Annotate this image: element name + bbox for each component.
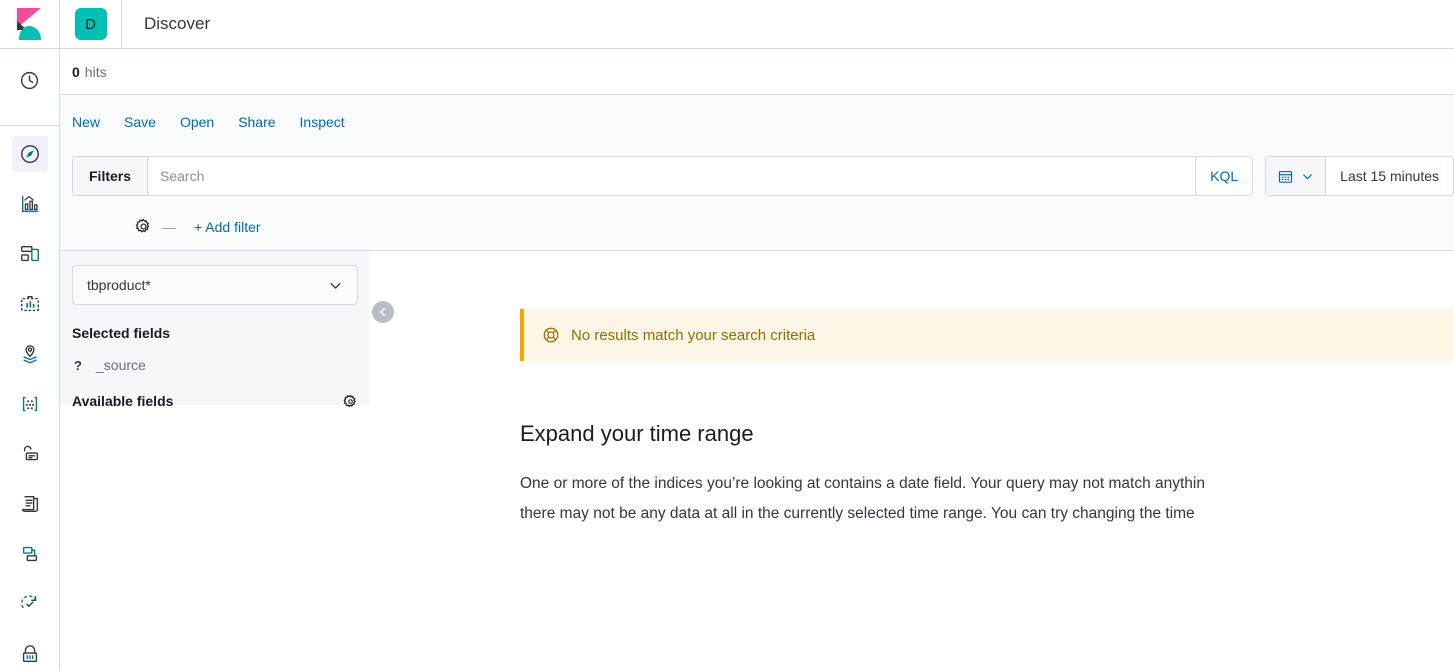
index-pattern-value: tbproduct* (87, 277, 151, 293)
app-header: D Discover (0, 0, 1454, 49)
sidebar-item-dashboard[interactable] (12, 236, 48, 272)
filter-options-button[interactable] (134, 217, 153, 236)
uptime-icon (20, 595, 37, 610)
discover-main: tbproduct* Selected fields ? _source Ava… (60, 251, 1454, 671)
field-name: _source (96, 357, 146, 373)
sidebar-item-siem[interactable] (12, 636, 48, 671)
kibana-logo (16, 8, 41, 40)
clock-icon (20, 71, 39, 89)
save-button[interactable]: Save (124, 114, 156, 130)
selected-fields-heading: Selected fields (72, 325, 358, 341)
empty-state-body: One or more of the indices you’re lookin… (520, 475, 1205, 522)
hits-label: hits (84, 63, 107, 80)
sidebar-item-apm[interactable] (12, 536, 48, 572)
main-content: 0 hits New Save Open Share Inspect Filte… (60, 49, 1454, 671)
date-picker-group: Last 15 minutes (1265, 156, 1454, 196)
field-sidebar: tbproduct* Selected fields ? _source Ava… (60, 251, 370, 409)
infrastructure-icon (23, 445, 38, 461)
sidebar-item-visualize[interactable] (12, 186, 48, 222)
page-title: Discover (144, 14, 211, 33)
gear-icon (343, 394, 356, 407)
query-bar: Filters KQL Last (60, 149, 1454, 203)
discover-toolbar: New Save Open Share Inspect (60, 95, 1454, 149)
date-quick-select-button[interactable] (1266, 157, 1327, 195)
index-pattern-select[interactable]: tbproduct* (72, 265, 358, 305)
field-type-icon: ? (74, 357, 82, 373)
apm-icon (22, 546, 37, 562)
kql-language-button[interactable]: KQL (1195, 157, 1253, 195)
share-button[interactable]: Share (238, 114, 275, 130)
sidebar-item-maps[interactable] (12, 336, 48, 372)
nav-group-apps (0, 126, 59, 671)
available-fields-heading: Available fields (72, 393, 358, 409)
sidebar-item-infrastructure[interactable] (12, 436, 48, 472)
list-item[interactable]: ? _source (72, 357, 358, 373)
open-button[interactable]: Open (180, 114, 214, 130)
empty-state-area: No results match your search criteria Ex… (370, 251, 1454, 671)
sidebar-item-uptime[interactable] (12, 586, 48, 622)
query-input-group: Filters KQL (72, 156, 1254, 196)
available-fields-label: Available fields (72, 393, 174, 409)
sidebar-item-canvas[interactable] (12, 286, 48, 322)
field-settings-button[interactable] (343, 394, 358, 409)
kibana-discover-app: D Discover 0 hits New Save Open Share In… (0, 0, 1454, 671)
dashboard-icon (20, 245, 39, 262)
space-avatar-button[interactable]: D (60, 0, 122, 48)
no-results-callout: No results match your search criteria (520, 309, 1454, 361)
search-input[interactable] (148, 157, 1196, 195)
primary-sidebar-nav (0, 49, 60, 671)
avatar: D (74, 8, 107, 40)
sidebar-item-logs[interactable] (12, 486, 48, 522)
kibana-home-button[interactable] (0, 0, 60, 48)
no-results-text: No results match your search criteria (571, 326, 816, 344)
help-circle-icon (543, 327, 559, 343)
visualize-icon (21, 195, 38, 213)
inspect-button[interactable]: Inspect (300, 114, 345, 130)
add-filter-button[interactable]: + Add filter (194, 219, 261, 235)
security-lock-icon (22, 645, 37, 663)
logs-icon (21, 495, 38, 513)
selected-fields-label: Selected fields (72, 325, 171, 341)
machine-learning-icon (22, 396, 37, 412)
chevron-left-icon (380, 307, 386, 317)
filters-button[interactable]: Filters (73, 157, 149, 195)
nav-group-recent (0, 49, 59, 126)
sidebar-item-machine-learning[interactable] (12, 386, 48, 422)
chevron-down-icon (1303, 173, 1313, 179)
new-button[interactable]: New (72, 114, 100, 130)
date-range-value[interactable]: Last 15 minutes (1326, 157, 1453, 195)
hits-count: 0 (72, 63, 80, 80)
hits-bar: 0 hits (60, 49, 1454, 95)
calendar-icon (1279, 170, 1293, 183)
chevron-down-icon (330, 282, 341, 289)
sidebar-collapse-button[interactable] (372, 301, 394, 323)
filter-bar: — + Add filter (60, 203, 1454, 251)
canvas-icon (20, 295, 39, 312)
sidebar-item-discover[interactable] (11, 136, 48, 172)
app-body: 0 hits New Save Open Share Inspect Filte… (0, 49, 1454, 671)
empty-state-title: Expand your time range (520, 421, 754, 446)
sidebar-item-recently-viewed[interactable] (12, 62, 48, 98)
filter-separator: — (162, 218, 176, 235)
compass-icon (20, 145, 39, 163)
maps-icon (22, 345, 37, 364)
gear-icon (135, 218, 150, 233)
